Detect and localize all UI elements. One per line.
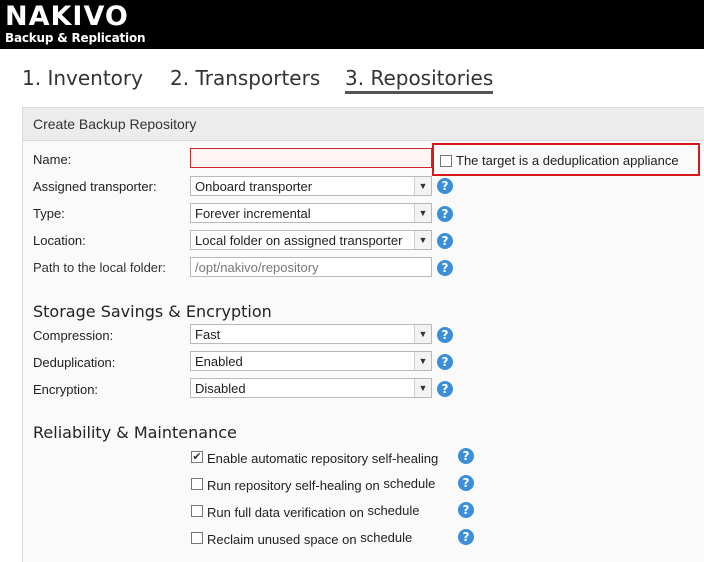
help-icon[interactable]: ? [437, 206, 453, 222]
reclaim-space-checkbox[interactable] [191, 532, 203, 544]
chevron-down-icon: ▼ [414, 379, 431, 397]
reliability-section-title: Reliability & Maintenance [33, 423, 237, 442]
help-icon[interactable]: ? [458, 529, 474, 545]
path-input[interactable]: /opt/nakivo/repository [190, 257, 432, 277]
transporter-value: Onboard transporter [195, 179, 313, 194]
help-icon[interactable]: ? [437, 178, 453, 194]
help-icon[interactable]: ? [458, 502, 474, 518]
help-icon[interactable]: ? [437, 260, 453, 276]
self-healing-text: Enable automatic repository self-healing [207, 451, 439, 466]
encryption-select[interactable]: Disabled ▼ [190, 378, 432, 398]
brand-subtitle: Backup & Replication [5, 31, 146, 45]
chevron-down-icon: ▼ [414, 204, 431, 222]
location-label: Location: [33, 233, 86, 248]
chevron-down-icon: ▼ [414, 231, 431, 249]
deduplication-select[interactable]: Enabled ▼ [190, 351, 432, 371]
name-input[interactable] [190, 148, 432, 168]
type-value: Forever incremental [195, 206, 311, 221]
nakivo-logo: NAKIVO Backup & Replication [5, 1, 146, 45]
compression-value: Fast [195, 327, 221, 342]
help-icon[interactable]: ? [437, 354, 453, 370]
panel-header: Create Backup Repository [23, 108, 704, 141]
tab-transporters[interactable]: 2. Transporters [170, 66, 320, 90]
path-label: Path to the local folder: [33, 260, 166, 275]
self-healing-label: Enable automatic repository self-healing [207, 451, 438, 466]
self-healing-schedule-checkbox[interactable] [191, 478, 203, 490]
location-select[interactable]: Local folder on assigned transporter ▼ [190, 230, 432, 250]
help-icon[interactable]: ? [437, 233, 453, 249]
type-select[interactable]: Forever incremental ▼ [190, 203, 432, 223]
chevron-down-icon: ▼ [414, 177, 431, 195]
chevron-down-icon: ▼ [414, 325, 431, 343]
highlight-box [432, 143, 700, 176]
compression-select[interactable]: Fast ▼ [190, 324, 432, 344]
self-healing-checkbox[interactable]: ✔ [191, 451, 203, 463]
transporter-select[interactable]: Onboard transporter ▼ [190, 176, 432, 196]
encryption-label: Encryption: [33, 382, 99, 397]
help-icon[interactable]: ? [437, 381, 453, 397]
schedule-link[interactable]: schedule [360, 530, 412, 545]
transporter-label: Assigned transporter: [33, 179, 157, 194]
panel-title: Create Backup Repository [33, 116, 197, 132]
deduplication-label: Deduplication: [33, 355, 116, 370]
tab-repositories[interactable]: 3. Repositories [345, 66, 494, 94]
help-icon[interactable]: ? [458, 448, 474, 464]
brand-name: NAKIVO [5, 1, 129, 32]
reclaim-space-label: Reclaim unused space on schedule [207, 530, 412, 547]
type-label: Type: [33, 206, 65, 221]
schedule-link[interactable]: schedule [367, 503, 419, 518]
reclaim-space-text: Reclaim unused space on [207, 532, 357, 547]
wizard-tabs: 1. Inventory 2. Transporters 3. Reposito… [0, 49, 704, 104]
tab-inventory[interactable]: 1. Inventory [22, 66, 143, 90]
self-healing-schedule-label: Run repository self-healing on schedule [207, 476, 435, 493]
compression-label: Compression: [33, 328, 114, 343]
deduplication-value: Enabled [195, 354, 243, 369]
help-icon[interactable]: ? [458, 475, 474, 491]
self-healing-schedule-text: Run repository self-healing on [207, 478, 380, 493]
top-bar: NAKIVO Backup & Replication [0, 0, 704, 49]
chevron-down-icon: ▼ [414, 352, 431, 370]
encryption-value: Disabled [195, 381, 246, 396]
name-label: Name: [33, 152, 72, 167]
storage-section-title: Storage Savings & Encryption [33, 302, 272, 321]
schedule-link[interactable]: schedule [383, 476, 435, 491]
help-icon[interactable]: ? [437, 327, 453, 343]
verification-label: Run full data verification on schedule [207, 503, 419, 520]
verification-text: Run full data verification on [207, 505, 364, 520]
verification-checkbox[interactable] [191, 505, 203, 517]
location-value: Local folder on assigned transporter [195, 233, 403, 248]
